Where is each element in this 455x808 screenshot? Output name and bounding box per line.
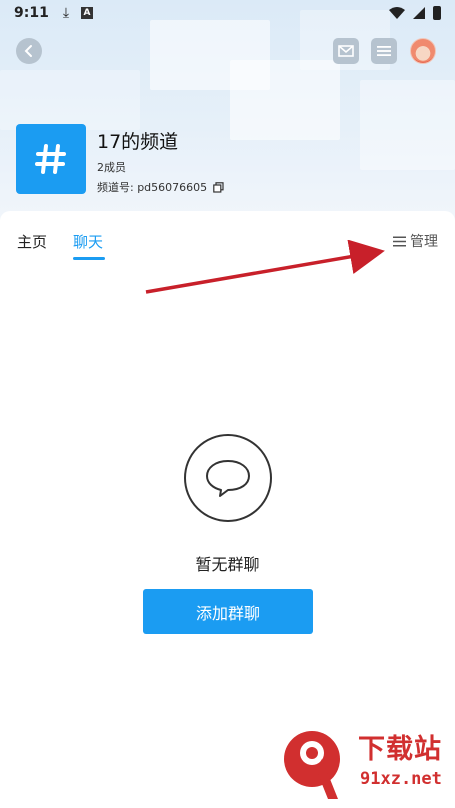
chevron-left-icon (24, 45, 32, 57)
signal-icon (413, 7, 425, 19)
manage-label: 管理 (410, 234, 438, 250)
watermark: 下载站 91xz.net (282, 723, 452, 803)
watermark-url: 91xz.net (360, 769, 442, 789)
status-bar: 9:11 ⤓ A (0, 0, 455, 26)
wifi-icon (389, 7, 405, 19)
back-button[interactable] (16, 38, 42, 64)
hash-icon (35, 144, 66, 174)
status-time: 9:11 (14, 5, 49, 21)
watermark-logo (284, 731, 340, 799)
header-background (0, 0, 455, 230)
tab-active-indicator (73, 257, 105, 260)
channel-id: 频道号: pd56076605 (97, 181, 208, 194)
download-icon: ⤓ (62, 5, 70, 21)
mail-icon (338, 45, 354, 57)
watermark-brand: 下载站 (358, 734, 442, 765)
menu-button[interactable] (371, 38, 397, 64)
tab-chat[interactable]: 聊天 (73, 231, 103, 252)
battery-icon (433, 6, 441, 20)
channel-title: 17的频道 (97, 131, 179, 153)
empty-state-text: 暂无群聊 (195, 555, 260, 574)
channel-member-count: 2成员 (97, 161, 126, 174)
app-notification-icon: A (81, 7, 94, 19)
chat-bubble-icon (206, 460, 250, 497)
channel-id-row: 频道号: pd56076605 (97, 179, 224, 195)
menu-icon (377, 46, 391, 56)
tab-home[interactable]: 主页 (17, 231, 47, 252)
annotation-arrow (145, 240, 385, 294)
copy-icon[interactable] (213, 181, 224, 193)
user-avatar[interactable] (410, 38, 436, 64)
empty-chat-illustration (184, 434, 272, 522)
add-group-chat-button[interactable]: 添加群聊 (143, 589, 313, 634)
mail-button[interactable] (333, 38, 359, 64)
channel-avatar (16, 124, 86, 194)
